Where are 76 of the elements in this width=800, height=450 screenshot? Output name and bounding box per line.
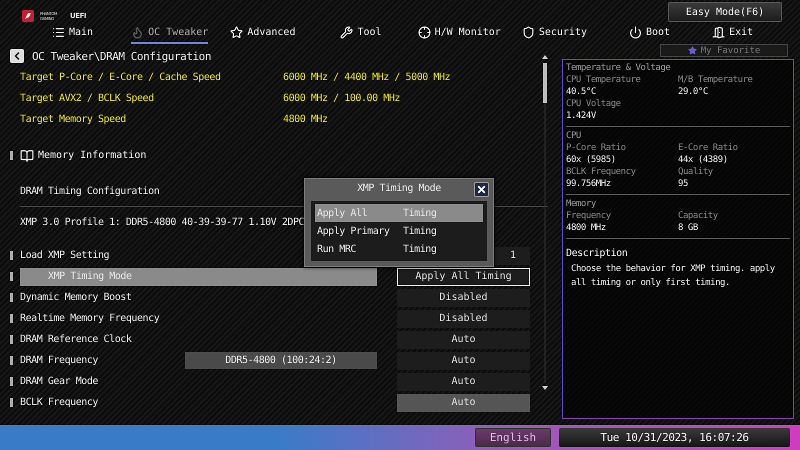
setting-label[interactable]: BCLK Frequency [20,394,377,412]
setting-value[interactable]: Auto [397,394,530,412]
setting-value[interactable]: Disabled [397,310,530,328]
monitor-label: E-Core Ratio [678,142,739,154]
popup-title: XMP Timing Mode [357,183,441,194]
monitor-label: BCLK Frequency [566,166,637,178]
menu-tab[interactable]: Boot [628,24,670,44]
setting-value[interactable]: Auto [397,352,530,370]
setting-value[interactable]: Apply All Timing [397,268,530,286]
menu-tab[interactable]: Advanced [230,24,296,44]
target-label: Target AVX2 / BCLK Speed [19,93,155,104]
monitor-label: CPU Temperature [566,74,642,86]
target-label: Target Memory Speed [19,114,127,125]
setting-value[interactable]: Auto [397,330,530,348]
monitor-label: M/B Temperature [678,74,754,86]
close-icon [476,184,487,195]
date-time: Tue 10/31/2023, 16:07:26 [559,428,790,447]
setting-label[interactable]: DRAM Reference Clock [20,330,377,348]
menu-tab[interactable]: Tool [340,24,382,44]
setting-value[interactable]: Disabled [397,288,530,306]
menu-tab[interactable]: Exit [712,24,754,44]
menu-tab[interactable]: OC Tweaker [131,24,208,44]
monitor-label: CPU Voltage [566,98,622,110]
description-title: Description [566,248,628,259]
close-button[interactable] [474,182,489,197]
star-icon [688,46,697,55]
crosshair-icon [418,26,431,39]
section-title: Temperature & Voltage [566,62,672,74]
breadcrumb: OC Tweaker\DRAM Configuration [32,50,212,62]
back-button[interactable] [10,49,24,63]
setting-label[interactable]: DRAM Gear Mode [20,372,377,390]
monitor-value: 40.5°C [566,86,597,98]
section-title: CPU [566,130,582,142]
easy-mode-button[interactable]: Easy Mode(F6) [668,2,782,22]
info-value: DDR5-4800 (100:24:2) [185,352,377,369]
monitor-label: P-Core Ratio [566,142,627,154]
monitor-value: 60x (5985) [566,154,617,166]
door-icon [712,26,726,39]
monitor-value: 4800 MHz [566,222,607,234]
star-icon [230,26,244,39]
monitor-value: 29.0°C [678,86,709,98]
list-icon [52,26,65,39]
monitor-label: Quality [678,166,714,178]
popup-option[interactable]: Apply Primary Timing [315,222,483,240]
setting-value[interactable]: Auto [397,372,530,390]
logo-icon [22,10,34,22]
setting-label[interactable]: Realtime Memory Frequency [20,310,377,328]
monitor-label: Capacity [678,210,719,222]
book-icon [20,148,34,162]
setting-label[interactable]: Dynamic Memory Boost [20,288,377,306]
monitor-value: 1.424V [566,110,597,122]
target-value: 4800 MHz [283,114,328,125]
monitor-value: 44x (4389) [678,154,729,166]
xmp-profile-text: XMP 3.0 Profile 1: DDR5-4800 40-39-39-77 1.10V 2DPC [19,217,304,228]
menu-tab[interactable]: Security [522,24,587,44]
flame-icon [131,26,144,39]
menu-tab[interactable]: Main [52,24,94,44]
description-text: Choose the behavior for XMP timing. apply all timing or only first timing. [570,263,776,290]
shield-icon [522,26,535,39]
popup-option[interactable]: Run MRC Timing [315,240,483,258]
monitor-label: Frequency [566,210,612,222]
wrench-icon [340,26,354,39]
section-heading: DRAM Timing Configuration [19,186,160,197]
favorite-button[interactable]: My Favorite [660,44,788,57]
target-value: 6000 MHz / 100.00 MHz [283,93,400,104]
section-title: Memory [566,198,597,210]
monitor-value: 99.756MHz [566,178,612,190]
setting-label[interactable]: DRAM Frequency [20,352,185,370]
menu-tab[interactable]: H/W Monitor [418,24,501,44]
target-label: Target P-Core / E-Core / Cache Speed [19,72,222,83]
monitor-value: 95 [678,178,689,190]
target-value: 6000 MHz / 4400 MHz / 5000 MHz [283,72,450,83]
power-icon [628,26,642,39]
language-button[interactable]: English [475,428,551,447]
monitor-value: 8 GB [678,222,699,234]
memory-information-link[interactable]: Memory Information [20,148,146,162]
